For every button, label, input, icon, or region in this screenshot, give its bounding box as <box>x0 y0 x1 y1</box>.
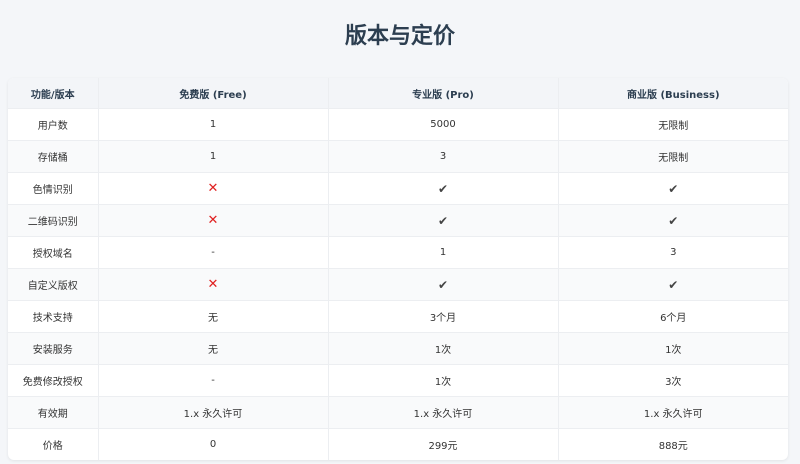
business-price: 888元 <box>658 441 688 452</box>
business-value: 1.x 永久许可 <box>558 396 788 429</box>
free-price: 0 <box>98 428 329 460</box>
cross-icon: ✕ <box>98 204 329 237</box>
pro-value: 1次 <box>328 332 559 365</box>
header-free: 免费版 (Free) <box>98 78 329 109</box>
business-value: 无限制 <box>558 140 788 173</box>
business-value: 无限制 <box>558 108 788 141</box>
feature-name: 免费修改授权 <box>8 364 99 397</box>
free-value: 无 <box>98 332 329 365</box>
pro-value: 1.x 永久许可 <box>328 396 559 429</box>
pro-value: 1 <box>328 236 559 269</box>
pro-value: 3 <box>328 140 559 173</box>
page-title: 版本与定价 <box>344 24 455 49</box>
free-value: 无 <box>98 300 329 333</box>
table-row: 存储桶 1 3 无限制 <box>8 140 788 173</box>
free-value: 1.x 永久许可 <box>98 396 329 429</box>
pricing-table-container: 功能/版本 免费版 (Free) 专业版 (Pro) 商业版 (Business… <box>8 78 788 460</box>
feature-name: 用户数 <box>8 108 99 141</box>
header-business: 商业版 (Business) <box>558 78 788 109</box>
check-icon: ✔ <box>328 172 559 205</box>
header-pro: 专业版 (Pro) <box>328 78 559 109</box>
feature-name: 自定义版权 <box>8 268 99 301</box>
table-row: 安装服务 无 1次 1次 <box>8 332 788 365</box>
check-icon: ✔ <box>558 172 788 205</box>
pricing-table: 功能/版本 免费版 (Free) 专业版 (Pro) 商业版 (Business… <box>8 78 788 460</box>
cross-icon: ✕ <box>98 172 329 205</box>
free-value: - <box>98 364 329 397</box>
free-value: - <box>98 236 329 269</box>
feature-name: 授权域名 <box>8 236 99 269</box>
pro-value: 3个月 <box>328 300 559 333</box>
check-icon: ✔ <box>328 268 559 301</box>
cross-icon: ✕ <box>98 268 329 301</box>
table-row: 用户数 1 5000 无限制 <box>8 108 788 141</box>
free-value: 1 <box>98 108 329 141</box>
header-feature: 功能/版本 <box>8 78 99 109</box>
table-row: 授权域名 - 1 3 <box>8 236 788 269</box>
feature-name: 色情识别 <box>8 172 99 205</box>
table-row: 二维码识别 ✕ ✔ ✔ <box>8 204 788 237</box>
pro-value: 1次 <box>328 364 559 397</box>
check-icon: ✔ <box>558 204 788 237</box>
table-header-row: 功能/版本 免费版 (Free) 专业版 (Pro) 商业版 (Business… <box>8 78 788 109</box>
table-row: 免费修改授权 - 1次 3次 <box>8 364 788 397</box>
table-row: 色情识别 ✕ ✔ ✔ <box>8 172 788 205</box>
feature-name: 价格 <box>8 428 99 460</box>
table-row: 有效期 1.x 永久许可 1.x 永久许可 1.x 永久许可 <box>8 396 788 429</box>
feature-name: 有效期 <box>8 396 99 429</box>
table-body: 用户数 1 5000 无限制 存储桶 1 3 无限制 色情识别 ✕ ✔ ✔ 二维… <box>8 108 788 460</box>
feature-name: 存储桶 <box>8 140 99 173</box>
table-row: 技术支持 无 3个月 6个月 <box>8 300 788 333</box>
feature-name: 技术支持 <box>8 300 99 333</box>
business-value: 3次 <box>558 364 788 397</box>
table-row: 自定义版权 ✕ ✔ ✔ <box>8 268 788 301</box>
business-value: 3 <box>558 236 788 269</box>
feature-name: 安装服务 <box>8 332 99 365</box>
free-value: 1 <box>98 140 329 173</box>
feature-name: 二维码识别 <box>8 204 99 237</box>
check-icon: ✔ <box>558 268 788 301</box>
pro-value: 5000 <box>328 108 559 141</box>
check-icon: ✔ <box>328 204 559 237</box>
business-value: 1次 <box>558 332 788 365</box>
table-row: 价格 0 299元 888元 <box>8 428 788 460</box>
pro-price: 299元 <box>328 428 559 460</box>
business-value: 6个月 <box>558 300 788 333</box>
